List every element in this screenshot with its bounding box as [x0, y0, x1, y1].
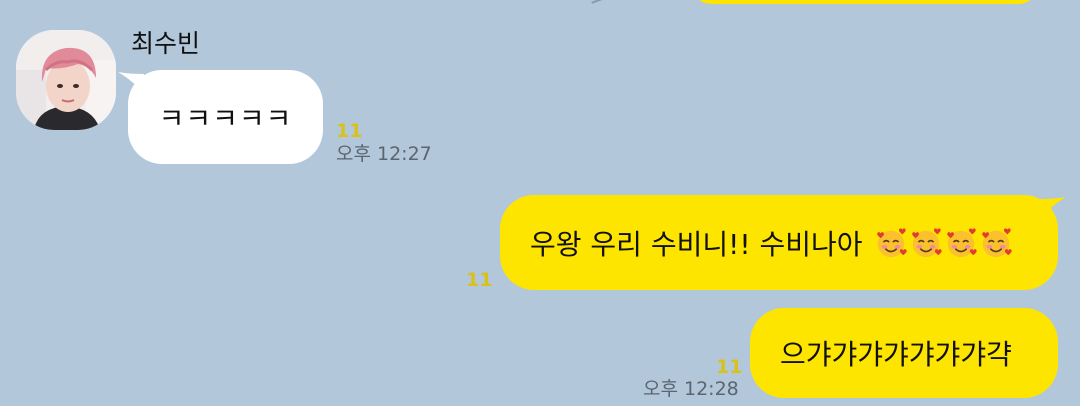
outgoing-message-text-2: 으갸갸갸갸갸갸갸갹	[780, 338, 1012, 371]
outgoing-read-count-2: 11	[716, 356, 743, 378]
incoming-message-text: ㅋㅋㅋㅋㅋ	[158, 102, 293, 135]
incoming-message-bubble[interactable]: ㅋㅋㅋㅋㅋ	[128, 70, 323, 164]
previous-message-fragment	[588, 0, 604, 4]
outgoing-timestamp-2: 오후 12:28	[643, 378, 739, 400]
smiling-face-with-hearts-icon	[946, 227, 977, 257]
outgoing-message-text-1: 우왕 우리 수비니!! 수비나아	[530, 227, 863, 261]
outgoing-message-bubble-2[interactable]: 으갸갸갸갸갸갸갸갹	[750, 308, 1058, 398]
outgoing-read-count-1: 11	[466, 269, 493, 291]
smiling-face-with-hearts-icon	[876, 227, 907, 257]
previous-message-bubble[interactable]	[690, 0, 1040, 4]
avatar-photo	[16, 30, 116, 130]
smiling-face-with-hearts-icon	[981, 227, 1012, 257]
smiling-face-with-hearts-icon	[911, 227, 942, 257]
avatar[interactable]	[16, 30, 116, 130]
incoming-read-count: 11	[336, 120, 363, 142]
emoji-group	[873, 226, 1013, 260]
outgoing-message-bubble-1[interactable]: 우왕 우리 수비니!! 수비나아	[500, 195, 1058, 290]
incoming-timestamp: 오후 12:27	[336, 143, 432, 165]
sender-name: 최수빈	[131, 29, 201, 58]
chat-screen: { "messages": { "incoming": { "sender_na…	[0, 0, 1080, 406]
